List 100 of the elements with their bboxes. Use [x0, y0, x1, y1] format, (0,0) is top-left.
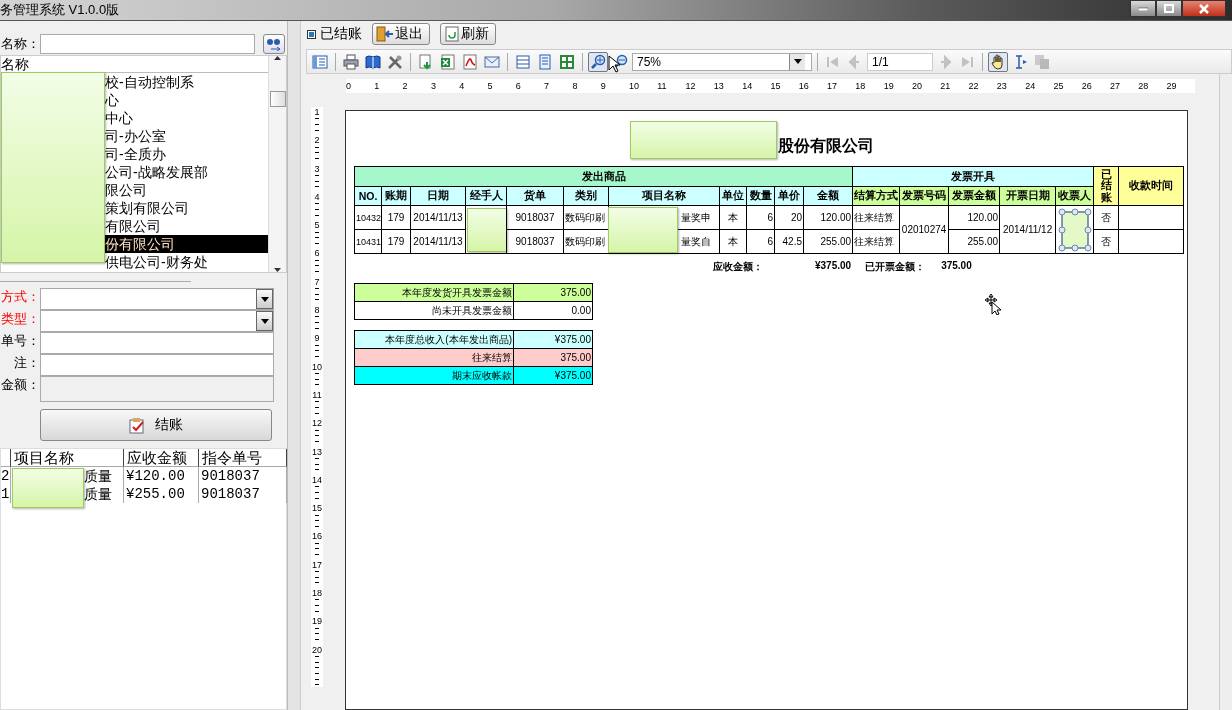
company-list-item[interactable]: 策划有限公司 — [104, 199, 268, 217]
ruler-label: 28 — [1138, 81, 1149, 91]
table-cell: 尚未开具发票金额 — [354, 301, 514, 320]
text-field[interactable] — [40, 354, 274, 376]
table-cell: ¥255.00 — [124, 485, 199, 503]
toolbar-button[interactable] — [588, 51, 608, 72]
company-list-item[interactable]: 司-办公室 — [104, 127, 268, 145]
move-cursor-icon — [984, 293, 1002, 315]
redaction-block — [608, 207, 678, 253]
clipboard-check-icon — [129, 416, 145, 434]
refresh-page-icon — [444, 26, 460, 43]
table-cell: 10431 — [354, 229, 382, 254]
ruler-label: 12 — [312, 418, 322, 429]
company-list-item[interactable]: 心 — [104, 91, 268, 109]
ruler-label: 2 — [402, 81, 408, 91]
dropdown-field[interactable] — [40, 310, 274, 332]
redaction-block — [12, 468, 84, 508]
report-title: 股份有限公司 — [778, 136, 874, 156]
table-cell: 20 — [774, 205, 804, 230]
selected-placeholder-drawing[interactable] — [1057, 207, 1092, 252]
column-header[interactable] — [1, 449, 11, 467]
book-icon — [365, 53, 381, 70]
ruler-label: 17 — [827, 81, 838, 91]
table-cell: 6 — [746, 205, 775, 230]
ruler-label: 1 — [374, 81, 380, 91]
column-header[interactable]: 项目名称 — [11, 449, 124, 467]
checkbox[interactable] — [307, 29, 316, 39]
table-cell: 120.00 — [948, 205, 1000, 230]
ruler-label: 14 — [312, 474, 322, 485]
maximize-button[interactable] — [1156, 0, 1182, 17]
table-cell: 1 — [1, 485, 11, 503]
column-header: 收款时间 — [1118, 166, 1184, 206]
door-arrow-icon — [376, 26, 394, 43]
table-cell: 往来结算 — [852, 205, 900, 230]
table-cell: 本 — [719, 229, 747, 254]
ruler-label: 5 — [314, 220, 320, 231]
ruler-label: 9 — [600, 81, 606, 91]
ruler-label: 20 — [911, 81, 922, 91]
company-list-item[interactable]: 有限公司 — [104, 217, 268, 235]
toolbar-text-button[interactable]: 退出 — [372, 23, 430, 46]
table-cell: 42.5 — [774, 229, 804, 254]
table-cell: 本 — [719, 205, 747, 230]
table-cell: 179 — [381, 205, 411, 230]
invoiced-value: 375.00 — [941, 260, 972, 273]
column-header[interactable]: 应收金额 — [124, 449, 199, 467]
table-cell: 2 — [1, 467, 11, 485]
company-list-item[interactable]: 份有限公司 — [104, 235, 268, 253]
form-label: 金额： — [0, 376, 40, 394]
table-cell: 期末应收帐款 — [354, 366, 514, 385]
ruler-label: 22 — [968, 81, 979, 91]
table-cell: 6 — [746, 229, 775, 254]
table-cell: 量奖自 — [681, 235, 711, 247]
group-header: 发出商品 — [354, 166, 853, 187]
dropdown-field[interactable] — [40, 288, 274, 310]
ruler-label: 4 — [459, 81, 465, 91]
page-number-field[interactable]: 1/1 — [867, 52, 933, 71]
table-cell: 否 — [1093, 205, 1119, 230]
table-cell: 255.00 — [803, 229, 853, 254]
report-list-icon — [312, 53, 328, 70]
binoculars-icon — [266, 37, 282, 51]
table-cell: ¥375.00 — [513, 330, 593, 349]
settled-checkbox[interactable]: 已结账 — [307, 25, 362, 44]
pdf-icon — [462, 53, 478, 70]
table-cell: 2014/11/13 — [410, 205, 466, 230]
name-search-field[interactable] — [40, 34, 255, 54]
ruler-label: 16 — [312, 531, 322, 542]
ruler-label: 17 — [312, 559, 322, 570]
ruler-label: 6 — [314, 248, 320, 259]
ruler-label: 5 — [487, 81, 493, 91]
group-header: 发票开具 — [852, 166, 1094, 187]
toolbar-text-button[interactable]: 刷新 — [440, 23, 496, 46]
dropdown-arrow-icon — [260, 318, 269, 324]
company-list-item[interactable]: 供电公司-财务处 — [104, 253, 268, 271]
company-list-item[interactable]: 限公司 — [104, 181, 268, 199]
dropdown-arrow-icon — [260, 296, 269, 302]
toolbar-button[interactable] — [988, 51, 1008, 72]
list-scrollbar[interactable] — [268, 56, 286, 272]
ruler-label: 15 — [312, 503, 322, 514]
settle-button[interactable]: 结账 — [40, 409, 272, 441]
table-cell: 02010274 — [899, 205, 949, 254]
ruler-label: 2 — [314, 135, 320, 146]
table-cell: 375.00 — [513, 348, 593, 367]
search-button[interactable] — [263, 34, 285, 54]
company-list-item[interactable]: 司-全质办 — [104, 145, 268, 163]
ruler-label: 4 — [314, 191, 320, 202]
ruler-label: 3 — [314, 163, 320, 174]
form-label: 方式： — [0, 288, 40, 306]
company-list-item[interactable]: 校-自动控制系 — [104, 73, 268, 91]
zoom-combo[interactable]: 75% — [632, 52, 812, 71]
ruler-label: 1 — [314, 107, 320, 117]
table-cell: ¥120.00 — [124, 467, 199, 485]
ruler-label: 23 — [996, 81, 1007, 91]
scroll-thumb[interactable] — [269, 91, 286, 107]
company-list-item[interactable]: 中心 — [104, 109, 268, 127]
text-field[interactable] — [40, 332, 274, 354]
company-list-item[interactable]: 公司-战略发展部 — [104, 163, 268, 181]
ruler-label: 26 — [1081, 81, 1092, 91]
printer-icon — [343, 53, 359, 70]
minimize-button[interactable] — [1130, 0, 1156, 17]
close-button[interactable] — [1182, 0, 1226, 17]
